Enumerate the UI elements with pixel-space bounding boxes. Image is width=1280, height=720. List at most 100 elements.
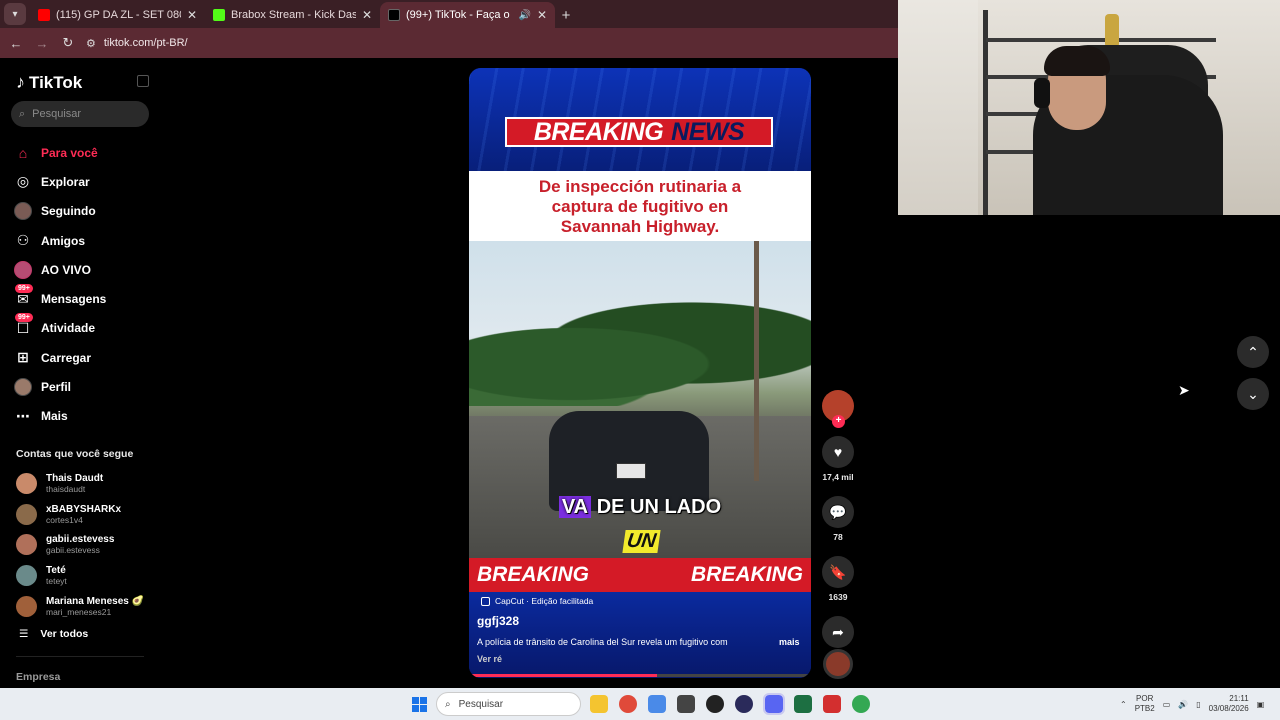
bookmark-icon[interactable]: 🔖	[822, 556, 854, 588]
network-icon[interactable]: ▭	[1163, 700, 1171, 709]
footer-empresa-link[interactable]: Empresa	[16, 671, 60, 683]
speaker-icon[interactable]: 🔊	[518, 10, 530, 21]
following-account[interactable]: Mariana Meneses 🥑 mari_meneses21	[16, 591, 156, 622]
following-title: Contas que você segue	[16, 448, 134, 460]
tab-search-chevron-icon[interactable]: ▾	[4, 3, 26, 25]
file-explorer-icon[interactable]	[590, 695, 608, 713]
reload-icon[interactable]: ↻	[60, 35, 76, 51]
browser-tab-tiktok[interactable]: (99+) TikTok - Faça o seu dia 🔊 ✕	[380, 2, 555, 28]
avatar	[16, 503, 37, 525]
see-all-button[interactable]: ☰ Ver todos	[19, 628, 88, 640]
webcam-overlay	[898, 0, 1280, 215]
close-tab-icon[interactable]: ✕	[187, 8, 197, 22]
browser-tab-youtube[interactable]: (115) GP DA ZL - SET 0800 "NO ✕	[30, 2, 205, 28]
site-info-icon[interactable]: ⚙	[86, 37, 96, 50]
live-avatar-icon	[14, 260, 32, 279]
music-disc-icon[interactable]	[823, 649, 853, 679]
comment-icon[interactable]: 💬	[822, 496, 854, 528]
more-icon: ⋯	[16, 407, 30, 424]
sidebar-item-para-voce[interactable]: ⌂ Para você	[14, 138, 154, 167]
like-action[interactable]: ♥ 17,4 mil	[820, 436, 856, 482]
headline-line: Savannah Highway.	[560, 217, 720, 236]
logo-text: TikTok	[29, 72, 83, 92]
follow-plus-icon[interactable]: +	[832, 415, 845, 428]
trophy	[1105, 14, 1119, 48]
chrome-icon[interactable]	[852, 695, 870, 713]
headset	[1034, 78, 1050, 108]
banner-word-breaking: BREAKING	[533, 117, 664, 146]
video-progress-bar[interactable]	[469, 674, 811, 677]
chevron-up-icon[interactable]: ⌃	[1120, 700, 1127, 709]
sidebar-item-label: Atividade	[41, 321, 96, 336]
following-account[interactable]: xBABYSHARKx cortes1v4	[16, 499, 156, 530]
search-placeholder: Pesquisar	[32, 108, 82, 120]
comment-action[interactable]: 💬 78	[820, 496, 856, 542]
app-icon[interactable]	[677, 695, 695, 713]
sidebar-item-label: Carregar	[41, 350, 92, 365]
video-player[interactable]: BREAKING NEWS De inspección rutinaria a …	[469, 68, 811, 678]
sidebar-item-amigos[interactable]: ⚇ Amigos	[14, 226, 154, 255]
video-author[interactable]: ggfj328	[477, 614, 519, 628]
heart-icon[interactable]: ♥	[822, 436, 854, 468]
sidebar-item-explorar[interactable]: ◎ Explorar	[14, 167, 154, 196]
sidebar-item-atividade[interactable]: ☐ 99+ Atividade	[14, 313, 154, 343]
discord-icon[interactable]	[763, 693, 785, 715]
url-field[interactable]: ⚙ tiktok.com/pt-BR/	[86, 37, 188, 50]
video-headline: De inspección rutinaria a captura de fug…	[469, 171, 811, 241]
like-count: 17,4 mil	[822, 472, 854, 482]
windows-taskbar: ⌕ Pesquisar ⌃ POR PTB2 ▭ 🔊 ▯ 21:11 03/08…	[0, 688, 1280, 720]
see-all-label: Ver todos	[40, 628, 89, 640]
creator-avatar[interactable]: +	[822, 390, 854, 428]
battery-icon[interactable]: ▯	[1196, 700, 1200, 709]
caption-highlight: VA	[558, 496, 592, 518]
save-action[interactable]: 🔖 1639	[820, 556, 856, 602]
windows-start-icon[interactable]	[412, 697, 427, 712]
sidebar-item-perfil[interactable]: Perfil	[14, 372, 154, 401]
close-tab-icon[interactable]: ✕	[362, 8, 372, 22]
capcut-tag[interactable]: CapCut · Edição facilitada	[481, 596, 593, 606]
sidebar-item-ao-vivo[interactable]: AO VIVO	[14, 255, 154, 284]
sidebar-item-mensagens[interactable]: ✉ 99+ Mensagens	[14, 284, 154, 313]
friends-icon: ⚇	[16, 232, 30, 249]
caption-yellow: UN	[622, 530, 661, 553]
sidebar-search-input[interactable]: ⌕ Pesquisar	[11, 101, 149, 127]
following-account[interactable]: Thais Daudt thaisdaudt	[16, 468, 156, 499]
share-arrow-icon[interactable]: ➦	[822, 616, 854, 648]
notification-icon[interactable]: ▣	[1257, 700, 1265, 709]
collapse-sidebar-icon[interactable]	[137, 75, 149, 87]
previous-video-chevron-up-icon[interactable]: ⌃	[1237, 336, 1269, 368]
volume-icon[interactable]: 🔊	[1178, 700, 1188, 709]
see-translation-link[interactable]: Ver ré	[477, 654, 502, 664]
chrome-icon[interactable]	[619, 695, 637, 713]
tiktok-favicon-icon	[388, 9, 400, 21]
sidebar-item-carregar[interactable]: ⊞ Carregar	[14, 343, 154, 372]
home-icon: ⌂	[18, 144, 28, 161]
next-video-chevron-down-icon[interactable]: ⌄	[1237, 378, 1269, 410]
obs-icon[interactable]	[706, 695, 724, 713]
clock[interactable]: 21:11 03/08/2026	[1209, 694, 1249, 714]
following-account[interactable]: gabii.estevess gabii.estevess	[16, 530, 156, 561]
app-icon[interactable]	[648, 695, 666, 713]
new-tab-plus-icon[interactable]: +	[555, 4, 577, 26]
clock-date: 03/08/2026	[1208, 704, 1249, 713]
video-actions: + ♥ 17,4 mil 💬 78 🔖 1639 ➦ 687	[820, 390, 856, 662]
lang-line: PTB2	[1134, 704, 1155, 713]
sidebar-item-seguindo[interactable]: Seguindo	[14, 197, 154, 226]
language-indicator[interactable]: POR PTB2	[1135, 694, 1155, 714]
profile-icon	[14, 378, 32, 397]
account-handle: thaisdaudt	[46, 483, 86, 494]
browser-tab-kick[interactable]: Brabox Stream - Kick Dashboard ✕	[205, 2, 380, 28]
more-button[interactable]: mais	[779, 637, 800, 647]
close-tab-icon[interactable]: ✕	[537, 8, 547, 22]
following-account[interactable]: Teté teteyt	[16, 560, 156, 591]
account-name: Teté	[46, 565, 66, 577]
sidebar-item-mais[interactable]: ⋯ Mais	[14, 402, 154, 431]
excel-icon[interactable]	[794, 695, 812, 713]
account-handle: teteyt	[46, 576, 67, 587]
back-arrow-icon[interactable]: ←	[8, 35, 24, 51]
tiktok-logo[interactable]: ♪ TikTok	[16, 72, 82, 93]
app-icon[interactable]	[823, 695, 841, 713]
forward-arrow-icon[interactable]: →	[34, 35, 50, 51]
app-icon[interactable]	[735, 695, 753, 713]
taskbar-search-input[interactable]: ⌕ Pesquisar	[436, 692, 581, 716]
